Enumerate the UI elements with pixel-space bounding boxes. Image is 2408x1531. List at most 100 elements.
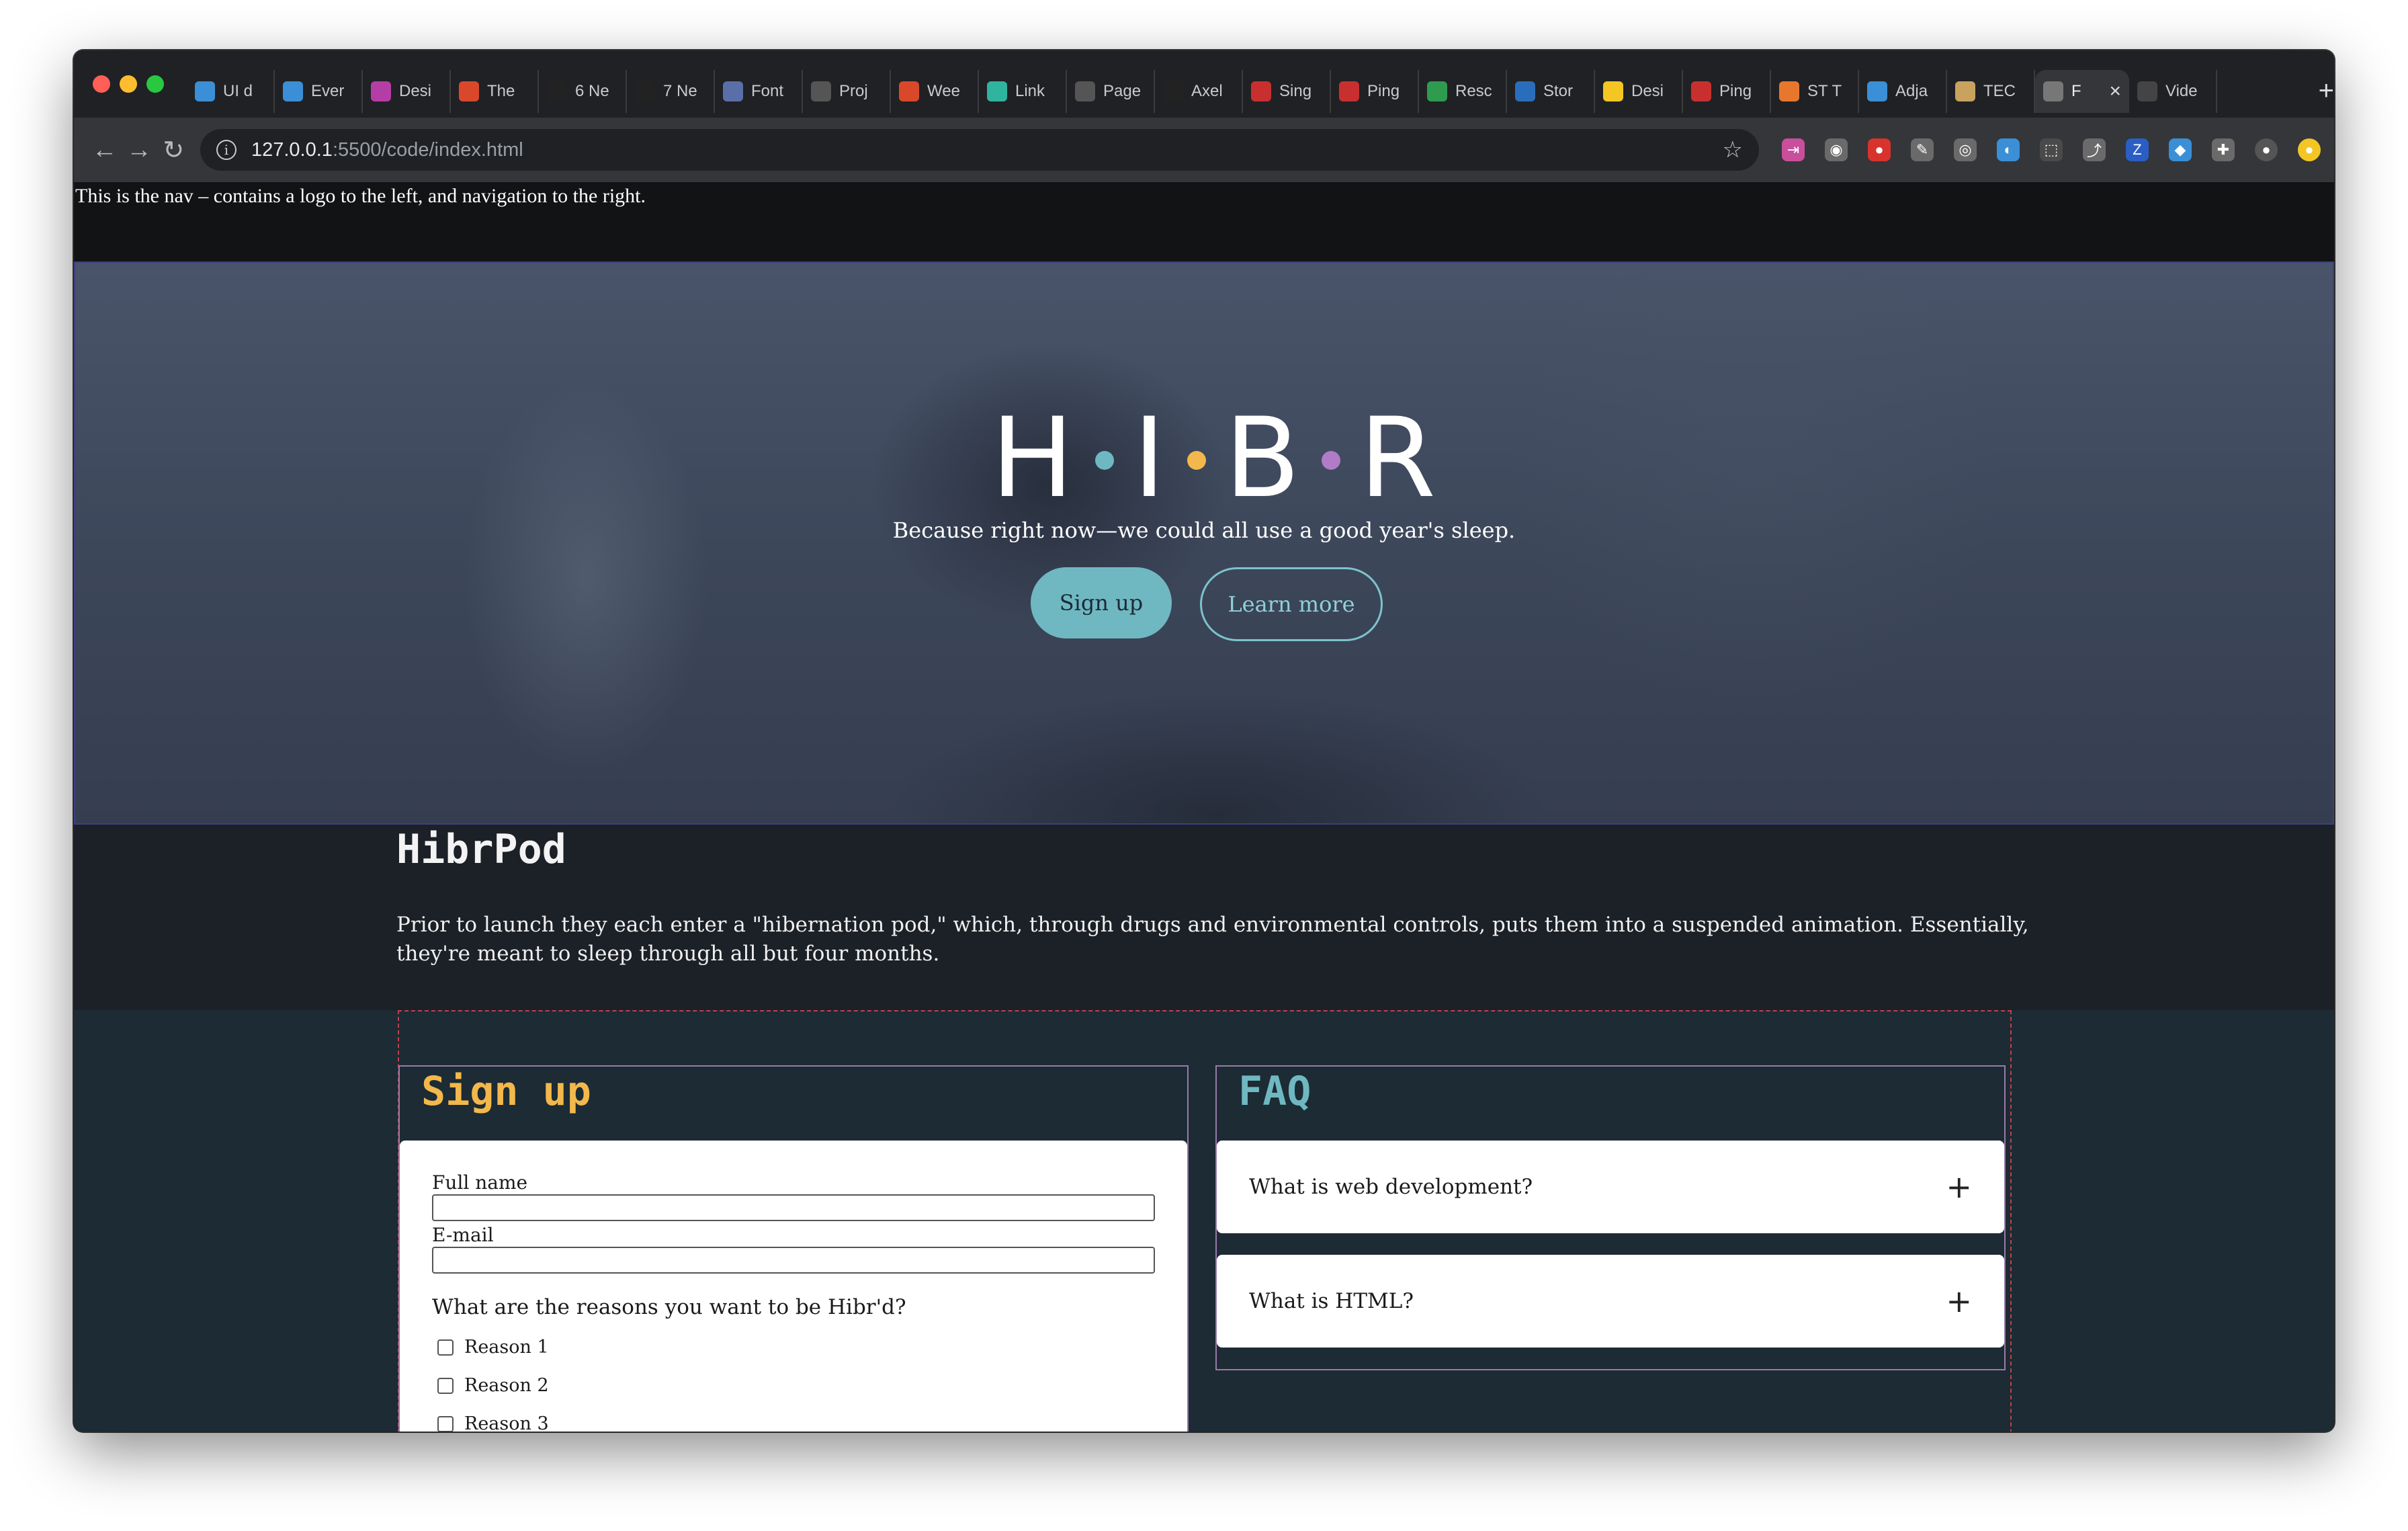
ux-icon bbox=[459, 81, 479, 101]
share-icon[interactable]: ⤴ bbox=[2082, 138, 2106, 161]
tab-list: UI d Ever Desi The 6 Ne 7 Ne Font Proj Wee Link Pa… bbox=[187, 50, 2304, 118]
reasons-question: What are the reasons you want to be Hibr… bbox=[432, 1295, 906, 1319]
close-tab-icon[interactable]: × bbox=[2109, 80, 2121, 103]
minimize-window-button[interactable] bbox=[120, 75, 137, 93]
tab-label: Ever bbox=[311, 82, 345, 100]
browser-window: UI d Ever Desi The 6 Ne 7 Ne Font Proj Wee Link Pa… bbox=[74, 50, 2334, 1432]
font-icon bbox=[723, 81, 743, 101]
shield-icon[interactable]: ● bbox=[1867, 138, 1891, 161]
full-name-label: Full name bbox=[432, 1171, 528, 1194]
premiere-icon bbox=[1251, 81, 1271, 101]
browser-tab[interactable]: Sing bbox=[1243, 70, 1331, 113]
browser-tab[interactable]: Resc bbox=[1419, 70, 1507, 113]
browser-tab[interactable]: Proj bbox=[803, 70, 891, 113]
faq-item[interactable]: What is HTML? + bbox=[1217, 1255, 2004, 1348]
zoom-window-button[interactable] bbox=[146, 75, 164, 93]
github-icon bbox=[1163, 81, 1183, 101]
reason-checkbox[interactable] bbox=[437, 1377, 454, 1394]
bookmark-star-icon[interactable]: ☆ bbox=[1723, 136, 1743, 163]
window-controls bbox=[93, 75, 164, 93]
browser-tab[interactable]: Ping bbox=[1683, 70, 1771, 113]
adjacent-icon bbox=[1867, 81, 1887, 101]
globe-icon bbox=[811, 81, 831, 101]
browser-tab[interactable]: F × bbox=[2035, 70, 2129, 113]
medium-icon bbox=[635, 81, 655, 101]
trello-icon bbox=[1515, 81, 1535, 101]
browser-tab[interactable]: Desi bbox=[1595, 70, 1683, 113]
new-tab-button[interactable]: + bbox=[2319, 76, 2334, 106]
learn-more-button[interactable]: Learn more bbox=[1200, 567, 1383, 641]
hibrpod-section: HibrPod Prior to launch they each enter … bbox=[74, 825, 2334, 1010]
reason-checkbox[interactable] bbox=[437, 1415, 454, 1432]
expand-plus-icon[interactable]: + bbox=[1946, 1169, 1972, 1205]
globe-icon bbox=[1075, 81, 1095, 101]
browser-tab[interactable]: Wee bbox=[891, 70, 979, 113]
nav-placeholder-text: This is the nav – contains a logo to the… bbox=[75, 185, 646, 207]
url-host: 127.0.0.1 bbox=[251, 138, 333, 161]
search-icon[interactable]: ◎ bbox=[1953, 138, 1977, 161]
browser-tab[interactable]: Desi bbox=[363, 70, 451, 113]
pen-icon[interactable]: ✎ bbox=[1910, 138, 1934, 161]
reason-option[interactable]: Reason 1 bbox=[432, 1337, 1155, 1358]
camera-icon[interactable]: ◉ bbox=[1824, 138, 1848, 161]
hero-signup-button[interactable]: Sign up bbox=[1031, 567, 1172, 638]
browser-tab[interactable]: Link bbox=[979, 70, 1067, 113]
browser-toolbar: ← → ↻ i 127.0.0.1 :5500/code/index.html … bbox=[74, 118, 2334, 182]
expand-plus-icon[interactable]: + bbox=[1946, 1283, 1972, 1319]
browser-tab[interactable]: The bbox=[451, 70, 539, 113]
zip-icon[interactable]: Z bbox=[2125, 138, 2149, 161]
forward-button[interactable]: → bbox=[122, 128, 156, 171]
puzzle-icon[interactable]: ✚ bbox=[2211, 138, 2235, 161]
browser-tab[interactable]: Ping bbox=[1331, 70, 1419, 113]
browser-tab[interactable]: Vide bbox=[2129, 70, 2217, 113]
page-viewport: This is the nav – contains a logo to the… bbox=[74, 182, 2334, 1432]
browser-tab[interactable]: UI d bbox=[187, 70, 275, 113]
gear-icon bbox=[899, 81, 919, 101]
browser-tab[interactable]: Font bbox=[715, 70, 803, 113]
close-window-button[interactable] bbox=[93, 75, 110, 93]
update-icon[interactable]: ● bbox=[2297, 138, 2321, 161]
browser-tab[interactable]: 7 Ne bbox=[627, 70, 715, 113]
font-ninja-icon[interactable]: ◐ bbox=[1996, 138, 2020, 161]
miro-icon bbox=[1603, 81, 1623, 101]
browser-tab[interactable]: Axel bbox=[1155, 70, 1243, 113]
tab-label: Resc bbox=[1455, 82, 1492, 100]
gem-icon[interactable]: ◆ bbox=[2168, 138, 2192, 161]
back-button[interactable]: ← bbox=[87, 128, 122, 171]
share-arrow-icon[interactable]: ⇥ bbox=[1781, 138, 1805, 161]
address-bar[interactable]: i 127.0.0.1 :5500/code/index.html ☆ bbox=[200, 129, 1759, 171]
browser-tab[interactable]: ST T bbox=[1771, 70, 1859, 113]
extensions-bar: ⇥ ◉ ● ✎ ◎ ◐ ⬚ ⤴ Z ◆ ✚ ● ● bbox=[1781, 138, 2321, 161]
tec-icon bbox=[1955, 81, 1975, 101]
full-name-input[interactable] bbox=[432, 1194, 1155, 1221]
browser-tab[interactable]: Stor bbox=[1507, 70, 1595, 113]
reason-label: Reason 1 bbox=[464, 1337, 549, 1358]
profile-avatar-icon[interactable]: ● bbox=[2254, 138, 2278, 161]
browser-tab[interactable]: 6 Ne bbox=[539, 70, 627, 113]
reason-label: Reason 3 bbox=[464, 1413, 549, 1432]
tab-label: 7 Ne bbox=[663, 82, 697, 100]
tab-label: Sing bbox=[1279, 82, 1312, 100]
screenshot-icon[interactable]: ⬚ bbox=[2039, 138, 2063, 161]
faq-question: What is HTML? bbox=[1249, 1289, 1414, 1313]
signup-panel: Sign up Full name E-mail What are the re… bbox=[398, 1065, 1189, 1432]
reason-option[interactable]: Reason 2 bbox=[432, 1375, 1155, 1396]
tab-label: Desi bbox=[399, 82, 432, 100]
logo-dot bbox=[1095, 451, 1115, 470]
browser-tab[interactable]: Page bbox=[1067, 70, 1155, 113]
hero-section: H I B R Because right now—we could all u… bbox=[74, 261, 2334, 825]
site-info-icon[interactable]: i bbox=[216, 140, 236, 160]
browser-tab[interactable]: Ever bbox=[275, 70, 363, 113]
tab-label: Proj bbox=[839, 82, 868, 100]
browser-tab[interactable]: Adja bbox=[1859, 70, 1947, 113]
tab-label: The bbox=[487, 82, 515, 100]
email-input[interactable] bbox=[432, 1247, 1155, 1274]
tab-label: Link bbox=[1015, 82, 1045, 100]
reason-option[interactable]: Reason 3 bbox=[432, 1413, 1155, 1432]
faq-item[interactable]: What is web development? + bbox=[1217, 1141, 2004, 1233]
browser-tab[interactable]: TEC bbox=[1947, 70, 2035, 113]
tools-icon bbox=[1779, 81, 1799, 101]
tab-label: TEC bbox=[1983, 82, 2016, 100]
reload-button[interactable]: ↻ bbox=[157, 128, 191, 171]
reason-checkbox[interactable] bbox=[437, 1339, 454, 1356]
